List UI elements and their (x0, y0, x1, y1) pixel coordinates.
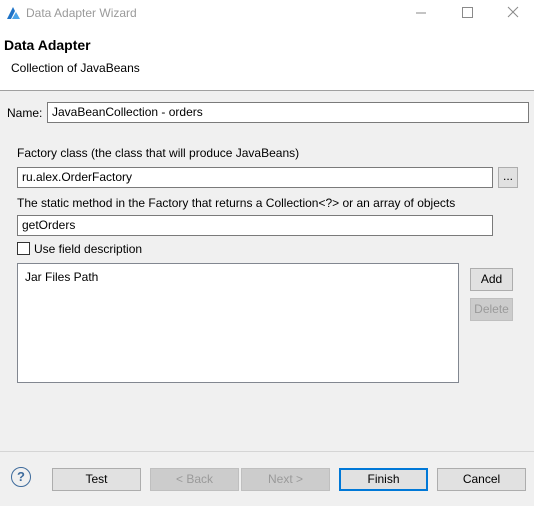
next-button[interactable]: Next > (241, 468, 330, 491)
add-button[interactable]: Add (470, 268, 513, 291)
finish-button[interactable]: Finish (339, 468, 428, 491)
help-icon[interactable]: ? (11, 467, 31, 487)
close-button[interactable] (490, 0, 534, 26)
back-button[interactable]: < Back (150, 468, 239, 491)
name-label: Name: (7, 106, 43, 120)
static-method-field[interactable]: getOrders (17, 215, 493, 236)
wizard-header: Data Adapter Collection of JavaBeans (0, 26, 534, 91)
page-subtitle: Collection of JavaBeans (11, 61, 140, 75)
static-method-label: The static method in the Factory that re… (17, 196, 456, 210)
test-button[interactable]: Test (52, 468, 141, 491)
footer-divider (0, 451, 534, 452)
minimize-icon (416, 12, 426, 14)
use-field-description-label: Use field description (34, 242, 143, 256)
delete-button[interactable]: Delete (470, 298, 513, 321)
factory-class-field[interactable]: ru.alex.OrderFactory (17, 167, 493, 188)
use-field-description-checkbox[interactable] (17, 242, 30, 255)
browse-button[interactable]: ... (498, 167, 518, 188)
close-icon (507, 6, 519, 18)
page-title: Data Adapter (4, 37, 91, 53)
cancel-button[interactable]: Cancel (437, 468, 526, 491)
list-item[interactable]: Jar Files Path (25, 270, 98, 284)
title-bar: Data Adapter Wizard (0, 0, 534, 26)
name-field[interactable]: JavaBeanCollection - orders (47, 102, 529, 123)
app-logo-icon (7, 7, 20, 19)
maximize-icon (462, 7, 473, 18)
window-title: Data Adapter Wizard (26, 6, 137, 20)
jar-files-list[interactable]: Jar Files Path (17, 263, 459, 383)
factory-class-label: Factory class (the class that will produ… (17, 146, 300, 160)
maximize-button[interactable] (444, 0, 490, 26)
minimize-button[interactable] (398, 0, 444, 26)
